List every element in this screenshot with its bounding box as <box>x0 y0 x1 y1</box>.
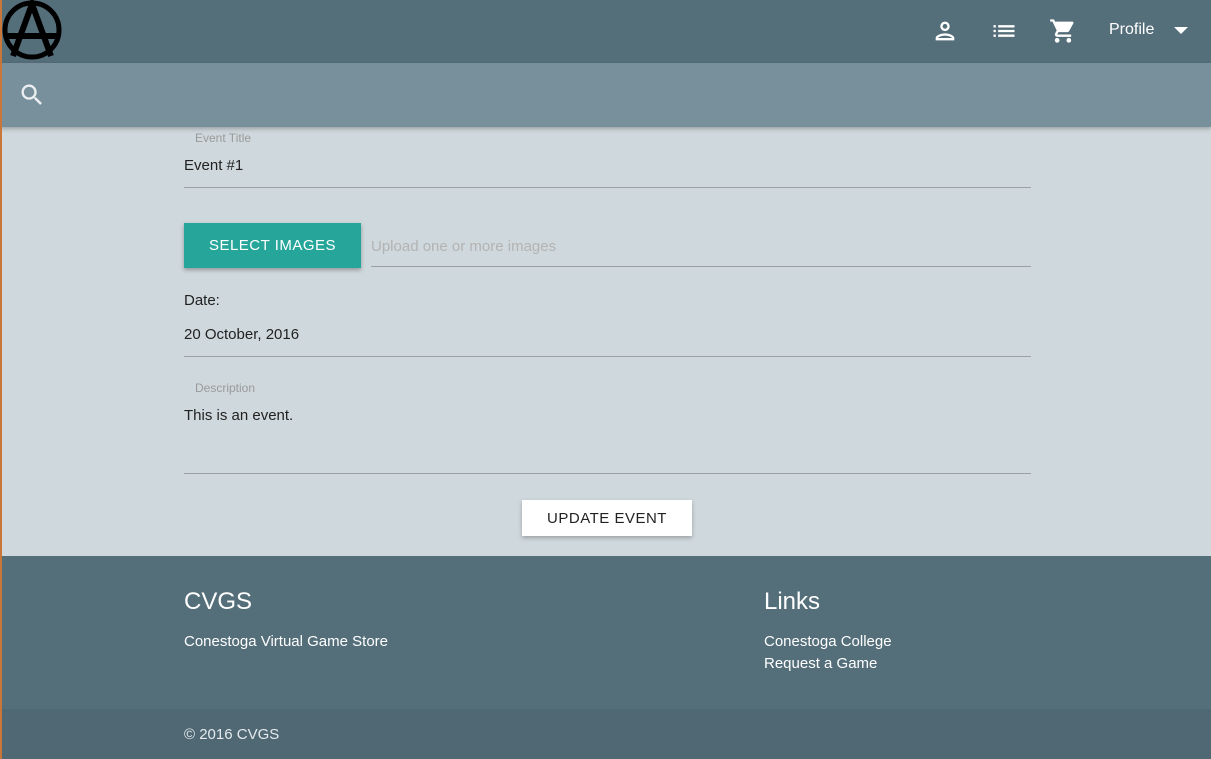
copyright-text: © 2016 CVGS <box>184 726 280 743</box>
person-icon[interactable] <box>929 15 961 47</box>
search-bar <box>0 63 1211 127</box>
footer-link-request-a-game[interactable]: Request a Game <box>764 655 877 672</box>
event-title-underline <box>184 187 1031 188</box>
event-title-label: Event Title <box>195 131 252 145</box>
anarchy-logo[interactable] <box>1 0 63 60</box>
footer: CVGS Conestoga Virtual Game Store Links … <box>0 556 1211 709</box>
cart-icon[interactable] <box>1047 15 1079 47</box>
chevron-down-icon[interactable] <box>1174 27 1188 34</box>
select-images-button[interactable]: SELECT IMAGES <box>184 223 361 268</box>
footer-links-title: Links <box>764 588 821 615</box>
footer-link-conestoga-college[interactable]: Conestoga College <box>764 633 892 650</box>
description-label: Description <box>195 381 256 395</box>
date-label: Date: <box>184 292 220 309</box>
footer-brand-title: CVGS <box>184 588 253 615</box>
description-underline <box>184 473 1031 474</box>
update-event-button[interactable]: UPDATE EVENT <box>522 500 692 536</box>
date-underline <box>184 356 1031 357</box>
window-edge <box>0 0 2 759</box>
profile-dropdown-label[interactable]: Profile <box>1109 21 1154 39</box>
description-textarea[interactable]: This is an event. <box>184 407 293 424</box>
search-icon[interactable] <box>18 81 46 109</box>
upload-path-input[interactable] <box>371 226 1031 267</box>
date-input[interactable]: 20 October, 2016 <box>184 326 299 343</box>
list-icon[interactable] <box>988 15 1020 47</box>
footer-brand-text: Conestoga Virtual Game Store <box>184 633 389 650</box>
event-title-input[interactable]: Event #1 <box>184 157 243 174</box>
top-nav-bar: Profile <box>0 0 1211 63</box>
footer-copyright-bar: © 2016 CVGS <box>0 709 1211 759</box>
